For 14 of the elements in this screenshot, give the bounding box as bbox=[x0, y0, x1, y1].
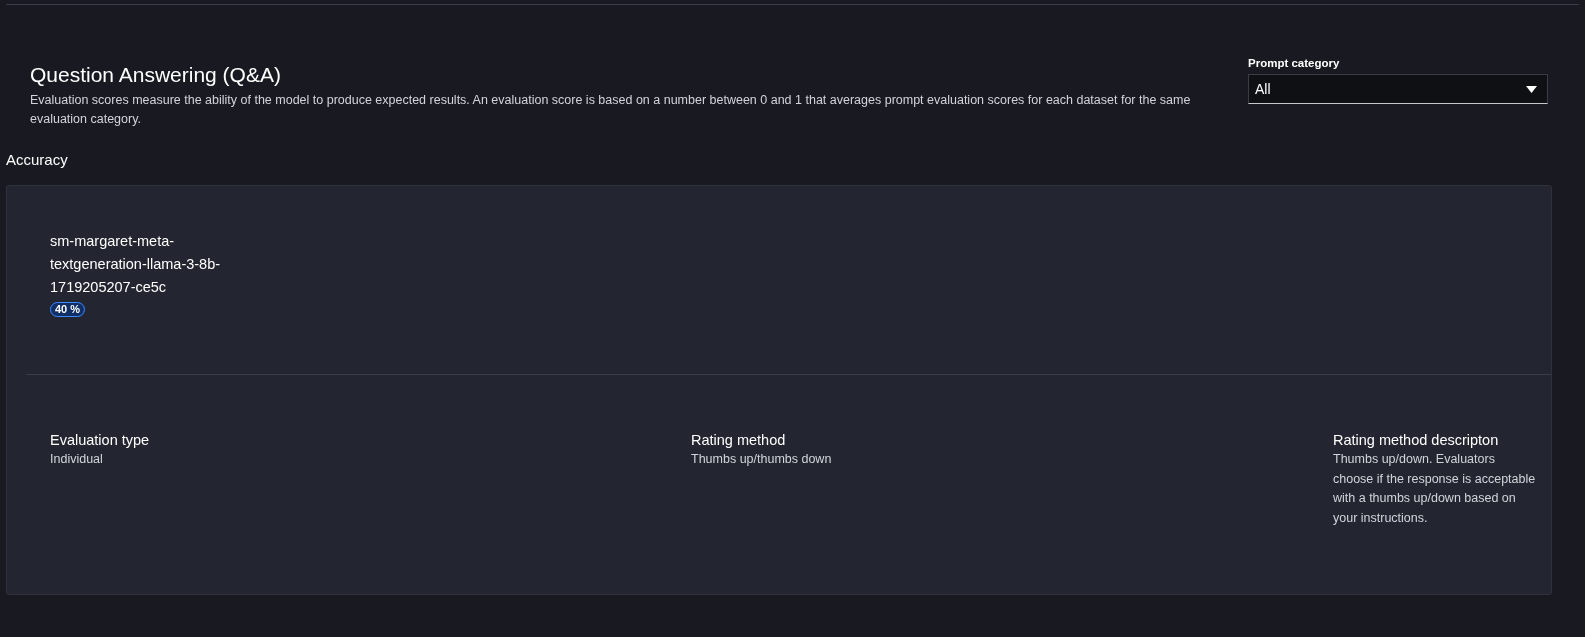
section-title: Accuracy bbox=[6, 151, 69, 168]
prompt-category-label: Prompt category bbox=[1248, 57, 1341, 69]
caret-icon bbox=[1526, 85, 1537, 93]
detail-label: Rating method descripton bbox=[1333, 431, 1500, 450]
page-description: Evaluation scores measure the ability of the model to produce expected results. An evaluation score is based on a number between 0 and 1 that averages prompt evaluation scores for each dataset for the same evaluation category. bbox=[30, 92, 1192, 128]
page-title: Question Answering (Q&A) bbox=[30, 63, 282, 87]
detail-label: Rating method bbox=[691, 431, 787, 450]
model-name: sm-margaret-meta-textgeneration-llama-3-8b-1719205207-ce5c bbox=[50, 232, 222, 297]
detail-value: Thumbs up/thumbs down bbox=[691, 451, 833, 468]
score-badge: 40 % bbox=[50, 302, 86, 317]
prompt-category-select[interactable]: All bbox=[1248, 74, 1548, 104]
detail-value: Thumbs up/down. Evaluators choose if the response is acceptable with a thumbs up/down based on your instructions. bbox=[1333, 451, 1537, 527]
detail-label: Evaluation type bbox=[50, 431, 151, 450]
detail-value: Individual bbox=[50, 451, 104, 468]
